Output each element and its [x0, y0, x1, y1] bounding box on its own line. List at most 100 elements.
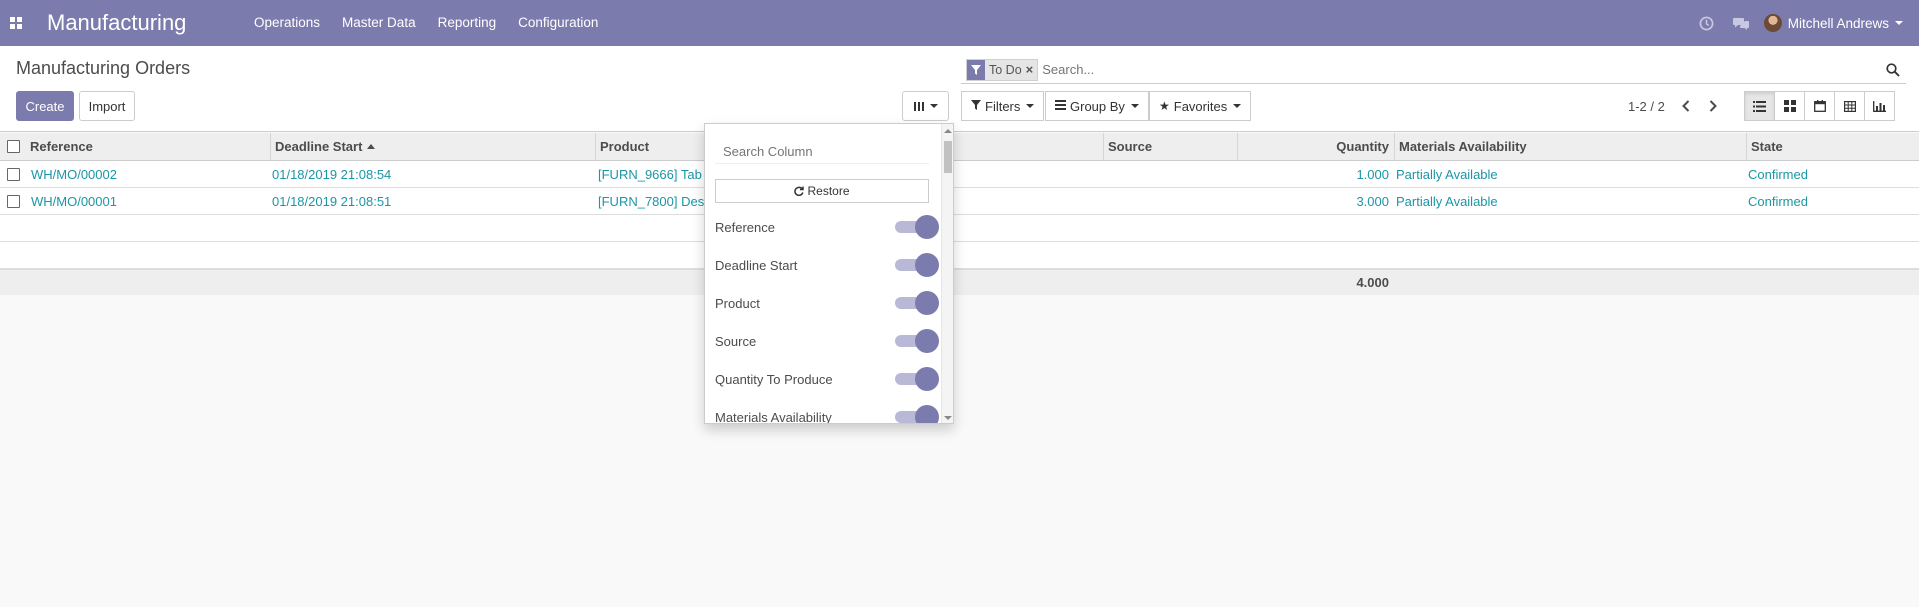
group-by-label: Group By	[1070, 98, 1125, 114]
column-option-label: Materials Availability	[715, 409, 832, 424]
column-option-materials-availability: Materials Availability	[715, 398, 939, 424]
empty-row	[0, 215, 1919, 242]
clock-icon[interactable]	[1690, 0, 1724, 46]
column-selector-button[interactable]	[902, 91, 949, 121]
column-toggle[interactable]	[895, 291, 939, 315]
column-option-label: Deadline Start	[715, 257, 798, 273]
chevron-down-icon	[1895, 21, 1903, 25]
create-button[interactable]: Create	[16, 91, 74, 121]
pivot-view-button[interactable]	[1834, 91, 1865, 121]
cell-state: Confirmed	[1748, 166, 1808, 182]
sort-ascending-icon	[367, 144, 376, 149]
dropdown-scrollbar[interactable]	[941, 124, 953, 423]
topbar-systray: Mitchell Andrews	[1690, 0, 1919, 46]
cell-deadline: 01/18/2019 21:08:51	[272, 193, 392, 209]
scroll-up-icon[interactable]	[944, 129, 952, 133]
header-quantity[interactable]: Quantity	[1237, 133, 1394, 160]
table-footer: 4.000	[0, 269, 1919, 295]
star-icon: ★	[1159, 99, 1170, 113]
user-name: Mitchell Andrews	[1787, 15, 1889, 31]
import-button[interactable]: Import	[79, 91, 135, 121]
chevron-right-icon[interactable]	[1703, 95, 1723, 117]
apps-menu-icon[interactable]	[0, 0, 32, 46]
cell-reference: WH/MO/00002	[31, 166, 117, 182]
column-toggle[interactable]	[895, 367, 939, 391]
column-toggle[interactable]	[895, 405, 939, 423]
menu-master-data[interactable]: Master Data	[331, 0, 427, 46]
column-option-label: Reference	[715, 219, 775, 235]
row-checkbox[interactable]	[6, 167, 20, 181]
chevron-down-icon	[1130, 104, 1139, 108]
header-deadline-label: Deadline Start	[275, 139, 363, 154]
kanban-view-icon	[1783, 100, 1796, 112]
column-toggle[interactable]	[895, 253, 939, 277]
search-input[interactable]	[1042, 62, 1880, 77]
menu-configuration[interactable]: Configuration	[507, 0, 609, 46]
restore-label: Restore	[807, 184, 850, 198]
column-option-product: Product	[715, 284, 939, 322]
empty-row	[0, 242, 1919, 269]
scroll-down-icon[interactable]	[944, 416, 952, 420]
list-view-icon	[1753, 100, 1766, 112]
row-checkbox-cell	[0, 161, 26, 187]
calendar-icon	[1813, 100, 1826, 112]
group-by-button[interactable]: Group By	[1045, 91, 1149, 121]
cell-quantity: 1.000	[1356, 166, 1389, 182]
chevron-left-icon[interactable]	[1676, 95, 1696, 117]
total-quantity: 4.000	[1356, 275, 1389, 290]
favorites-label: Favorites	[1173, 98, 1228, 114]
graph-view-button[interactable]	[1864, 91, 1895, 121]
bar-chart-icon	[1873, 100, 1886, 112]
table-row[interactable]: WH/MO/00001 01/18/2019 21:08:51 [FURN_78…	[0, 188, 1919, 215]
search-column-input[interactable]	[715, 140, 929, 164]
chevron-down-icon	[1026, 104, 1035, 108]
filters-button[interactable]: Filters	[961, 91, 1045, 121]
header-state[interactable]: State	[1746, 133, 1919, 160]
select-all-checkbox[interactable]	[6, 140, 20, 153]
header-source[interactable]: Source	[1103, 133, 1237, 160]
select-all-checkbox-cell	[0, 133, 26, 160]
row-checkbox-cell	[0, 188, 26, 214]
scrollbar-thumb[interactable]	[944, 141, 952, 173]
manufacturing-orders-table: Reference Deadline Start Product Source …	[0, 133, 1919, 295]
cell-reference: WH/MO/00001	[31, 193, 117, 209]
kanban-view-button[interactable]	[1774, 91, 1805, 121]
table-row[interactable]: WH/MO/00002 01/18/2019 21:08:54 [FURN_96…	[0, 161, 1919, 188]
breadcrumb: Manufacturing Orders	[16, 58, 191, 78]
close-icon[interactable]: ×	[1026, 62, 1038, 77]
header-materials-availability[interactable]: Materials Availability	[1394, 133, 1746, 160]
cell-deadline: 01/18/2019 21:08:54	[272, 166, 392, 182]
column-option-reference: Reference	[715, 208, 939, 246]
cell-materials: Partially Available	[1396, 193, 1498, 209]
filter-icon	[967, 59, 985, 80]
column-toggle[interactable]	[895, 329, 939, 353]
user-menu[interactable]: Mitchell Andrews	[1758, 14, 1919, 32]
columns-icon	[913, 101, 924, 111]
column-option-quantity-to-produce: Quantity To Produce	[715, 360, 939, 398]
column-option-label: Product	[715, 295, 760, 311]
control-panel: Manufacturing Orders Create Import To Do…	[0, 46, 1919, 132]
chevron-down-icon	[929, 104, 938, 108]
row-checkbox[interactable]	[6, 194, 20, 208]
favorites-button[interactable]: ★ Favorites	[1149, 91, 1252, 121]
cell-quantity: 3.000	[1356, 193, 1389, 209]
menu-reporting[interactable]: Reporting	[427, 0, 508, 46]
restore-button[interactable]: Restore	[715, 179, 929, 203]
list-icon	[1055, 99, 1066, 113]
pager-value[interactable]: 1-2 / 2	[1628, 99, 1665, 114]
menu-operations[interactable]: Operations	[243, 0, 331, 46]
search-icon[interactable]	[1880, 57, 1906, 83]
header-deadline-start[interactable]: Deadline Start	[270, 133, 595, 160]
header-reference[interactable]: Reference	[26, 133, 270, 160]
list-view-button[interactable]	[1744, 91, 1775, 121]
calendar-view-button[interactable]	[1804, 91, 1835, 121]
table-icon	[1843, 100, 1856, 112]
refresh-icon	[794, 186, 805, 196]
column-option-label: Source	[715, 333, 757, 349]
cell-product: [FURN_9666] Tab	[598, 166, 702, 182]
column-option-source: Source	[715, 322, 939, 360]
chat-icon[interactable]	[1724, 0, 1758, 46]
app-title: Manufacturing	[47, 10, 187, 35]
column-toggle[interactable]	[895, 215, 939, 239]
filter-icon	[971, 99, 981, 113]
